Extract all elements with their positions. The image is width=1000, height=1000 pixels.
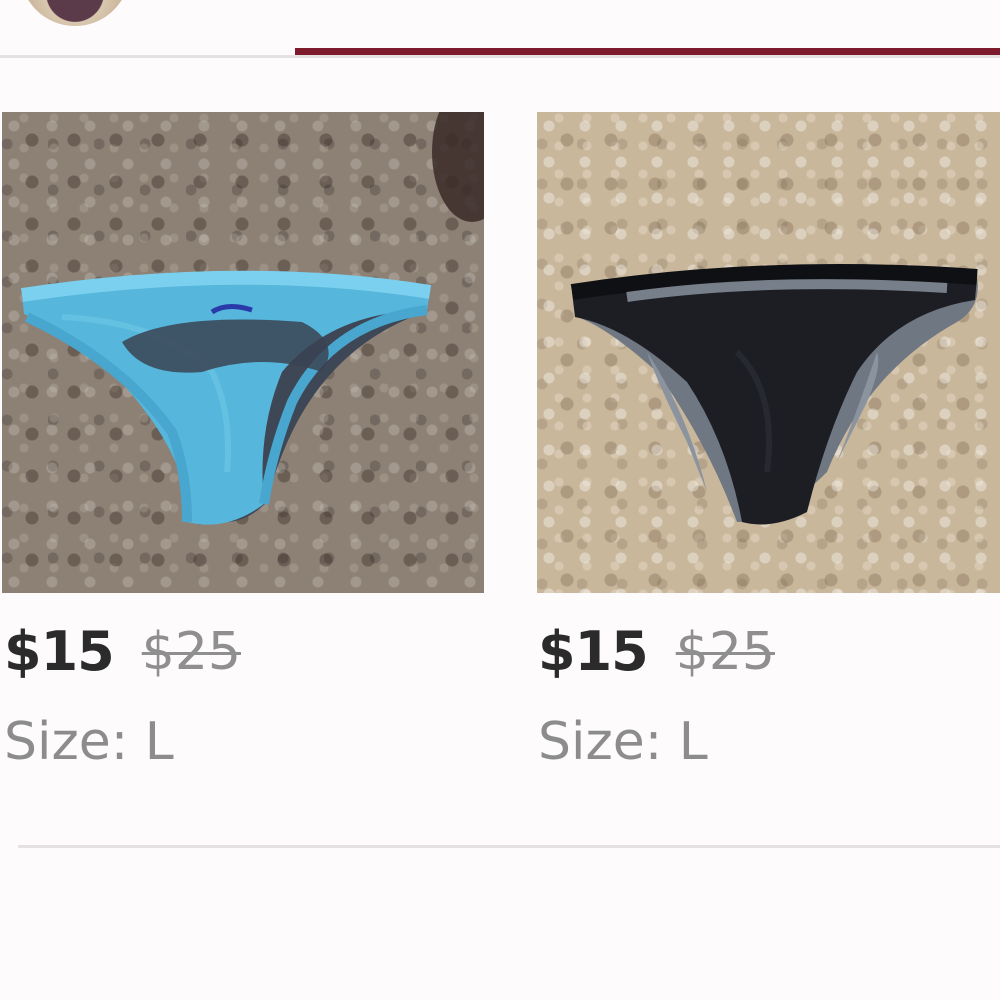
size-value: L — [678, 712, 708, 772]
price-row-2: $15 $25 — [538, 620, 775, 700]
listing-card-1[interactable] — [2, 112, 484, 593]
size-value: L — [144, 712, 174, 772]
listing-image-1[interactable] — [2, 112, 484, 593]
sale-price: $15 — [538, 620, 649, 683]
closet-page: $15 $25 $15 $25 Size: L Size: L — [0, 0, 1000, 1000]
original-price: $25 — [675, 621, 775, 682]
size-info-2: Size: L — [538, 712, 708, 772]
sale-price: $15 — [4, 620, 115, 683]
seller-avatar[interactable] — [20, 0, 130, 26]
active-tab-indicator — [295, 48, 1000, 55]
section-divider — [18, 845, 1000, 848]
price-row-1: $15 $25 — [4, 620, 241, 700]
black-bikini-bottom-image — [570, 264, 978, 525]
size-info-1: Size: L — [4, 712, 174, 772]
blue-bikini-bottom-image — [20, 112, 484, 525]
listing-image-2[interactable] — [537, 112, 1000, 593]
size-label: Size: — [4, 712, 129, 772]
tab-underline — [0, 55, 1000, 58]
size-label: Size: — [538, 712, 663, 772]
original-price: $25 — [141, 621, 241, 682]
listing-card-2[interactable] — [537, 112, 1000, 593]
